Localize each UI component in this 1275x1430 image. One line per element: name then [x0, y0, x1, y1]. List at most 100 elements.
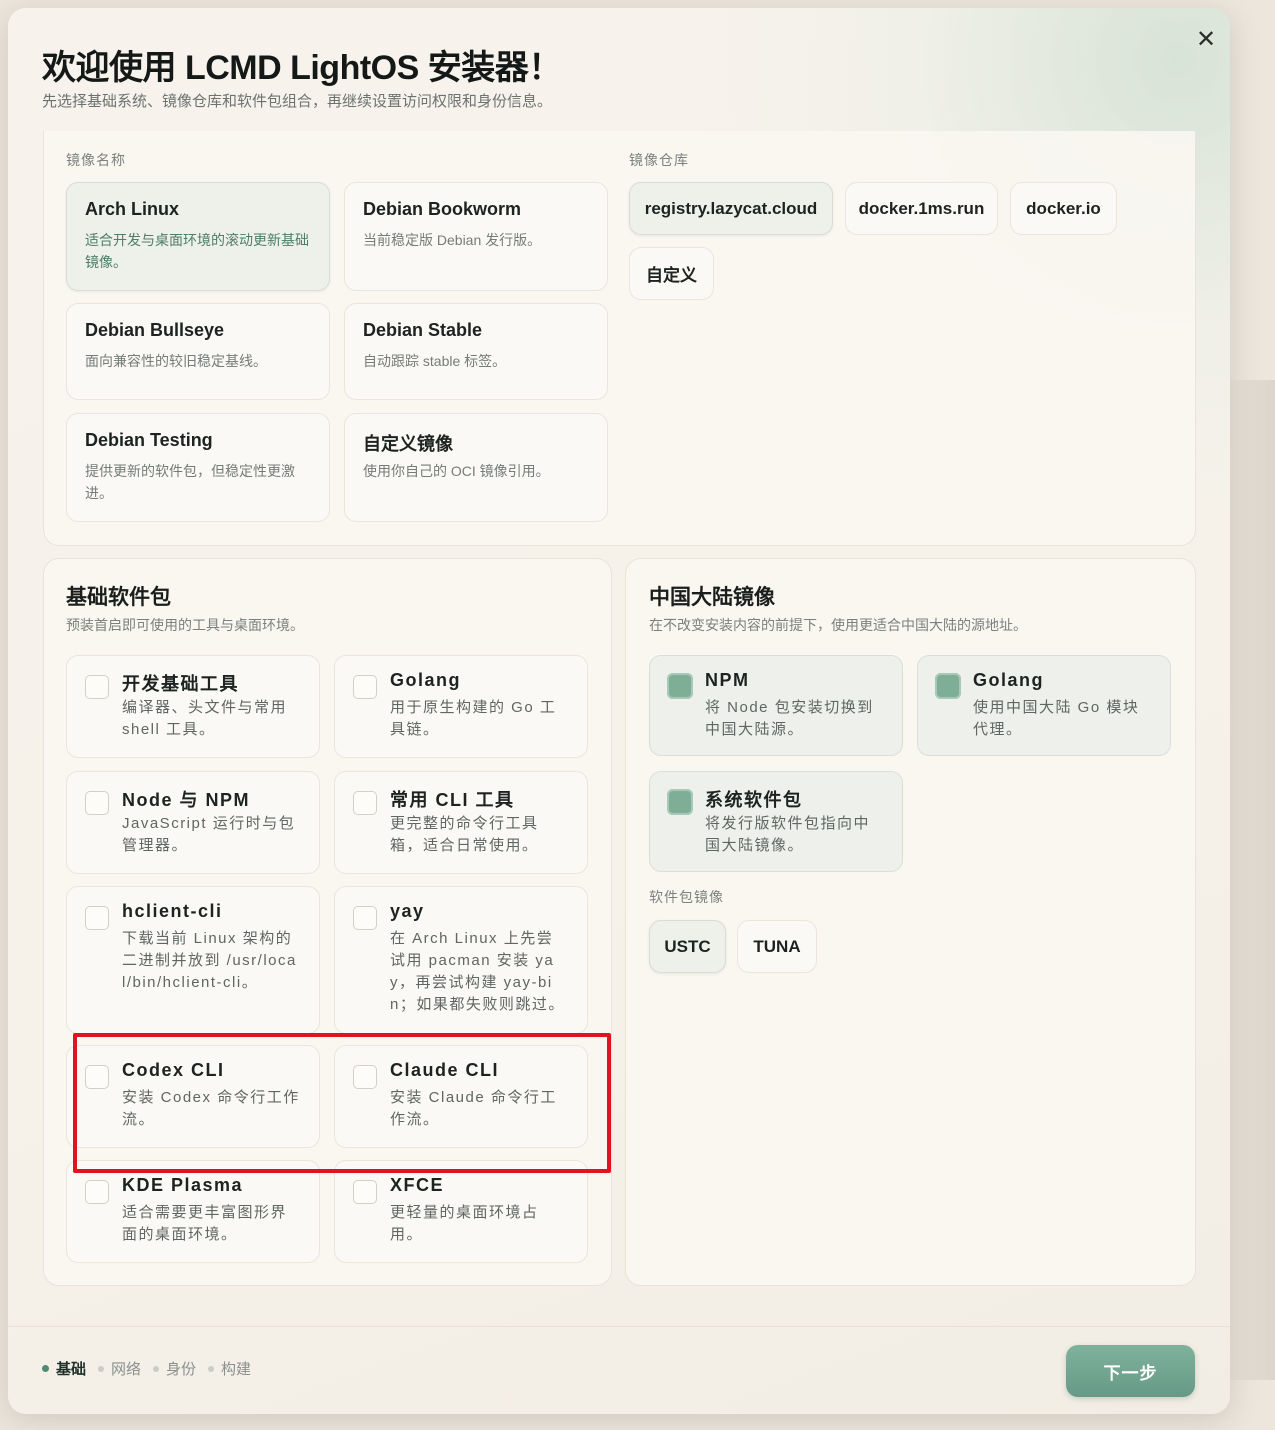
- step-network: 网络: [98, 1358, 141, 1379]
- pkg-mirror-chip-tuna[interactable]: TUNA: [737, 920, 817, 973]
- base-image-panel: 镜像名称 Arch Linux 适合开发与桌面环境的滚动更新基础镜像。 Debi…: [43, 131, 1196, 546]
- image-desc: 面向兼容性的较旧稳定基线。: [85, 353, 267, 369]
- registry-chip-1ms[interactable]: docker.1ms.run: [845, 182, 998, 235]
- image-name: Debian Stable: [363, 320, 483, 340]
- step-dot: [153, 1365, 160, 1372]
- registry-section-label: 镜像仓库: [629, 152, 689, 168]
- image-desc: 适合开发与桌面环境的滚动更新基础镜像。: [85, 232, 309, 270]
- checkbox[interactable]: [85, 791, 109, 815]
- checkbox[interactable]: [353, 1180, 377, 1204]
- package-card-kde-plasma[interactable]: KDE Plasma 适合需要更丰富图形界面的桌面环境。: [66, 1160, 320, 1263]
- checkbox-checked[interactable]: [667, 789, 693, 815]
- mirror-card-golang[interactable]: Golang 使用中国大陆 Go 模块代理。: [917, 655, 1171, 756]
- mirror-name: 系统软件包: [705, 790, 803, 810]
- package-name: 开发基础工具: [122, 674, 239, 694]
- image-desc: 提供更新的软件包，但稳定性更激进。: [85, 463, 295, 501]
- step-build: 构建: [208, 1358, 251, 1379]
- step-label: 构建: [221, 1361, 252, 1378]
- package-name: Claude CLI: [390, 1060, 500, 1080]
- packages-title: 基础软件包: [66, 586, 171, 609]
- pkg-mirror-chip-ustc[interactable]: USTC: [649, 920, 726, 973]
- step-label: 身份: [166, 1361, 197, 1378]
- package-name: Node 与 NPM: [122, 790, 251, 810]
- package-card-xfce[interactable]: XFCE 更轻量的桌面环境占用。: [334, 1160, 588, 1263]
- image-desc: 当前稳定版 Debian 发行版。: [363, 232, 542, 248]
- step-dot: [98, 1365, 105, 1372]
- mirror-card-npm[interactable]: NPM 将 Node 包安装切换到中国大陆源。: [649, 655, 903, 756]
- package-name: KDE Plasma: [122, 1175, 244, 1195]
- checkbox[interactable]: [353, 906, 377, 930]
- mirror-desc: 将 Node 包安装切换到中国大陆源。: [705, 699, 874, 738]
- package-desc: 安装 Codex 命令行工作流。: [122, 1089, 300, 1128]
- image-name: Debian Bookworm: [363, 199, 522, 219]
- package-card-hclient-cli[interactable]: hclient-cli 下载当前 Linux 架构的二进制并放到 /usr/lo…: [66, 886, 320, 1034]
- footer-divider: [8, 1326, 1230, 1327]
- image-section-label: 镜像名称: [66, 152, 126, 168]
- mirror-name: Golang: [973, 670, 1044, 690]
- image-name: Debian Bullseye: [85, 320, 225, 340]
- step-identity: 身份: [153, 1358, 196, 1379]
- checkbox[interactable]: [353, 791, 377, 815]
- checkbox[interactable]: [353, 1065, 377, 1089]
- image-card-debian-bookworm[interactable]: Debian Bookworm 当前稳定版 Debian 发行版。: [344, 182, 608, 291]
- checkbox[interactable]: [85, 1180, 109, 1204]
- checkbox[interactable]: [85, 675, 109, 699]
- checkbox[interactable]: [85, 906, 109, 930]
- step-basic: 基础: [42, 1358, 86, 1379]
- mirror-desc: 使用中国大陆 Go 模块代理。: [973, 699, 1140, 738]
- package-card-golang[interactable]: Golang 用于原生构建的 Go 工具链。: [334, 655, 588, 758]
- base-packages-panel: 基础软件包 预装首启即可使用的工具与桌面环境。 开发基础工具 编译器、头文件与常…: [43, 558, 612, 1286]
- registry-chip-lazycat[interactable]: registry.lazycat.cloud: [629, 182, 833, 235]
- step-label: 基础: [56, 1361, 87, 1378]
- package-name: Golang: [390, 670, 461, 690]
- image-desc: 自动跟踪 stable 标签。: [363, 353, 507, 369]
- mirror-desc: 将发行版软件包指向中国大陆镜像。: [705, 815, 871, 854]
- package-name: yay: [390, 901, 425, 921]
- image-name: Arch Linux: [85, 199, 180, 219]
- image-desc: 使用你自己的 OCI 镜像引用。: [363, 463, 550, 479]
- page-subtitle: 先选择基础系统、镜像仓库和软件包组合，再继续设置访问权限和身份信息。: [42, 93, 553, 110]
- package-desc: 编译器、头文件与常用 shell 工具。: [122, 699, 288, 738]
- package-card-cli-tools[interactable]: 常用 CLI 工具 更完整的命令行工具箱，适合日常使用。: [334, 771, 588, 874]
- mirror-subtitle: 在不改变安装内容的前提下，使用更适合中国大陆的源地址。: [649, 617, 1027, 633]
- package-card-codex-cli[interactable]: Codex CLI 安装 Codex 命令行工作流。: [66, 1045, 320, 1148]
- package-desc: 更完整的命令行工具箱，适合日常使用。: [390, 815, 539, 854]
- package-card-claude-cli[interactable]: Claude CLI 安装 Claude 命令行工作流。: [334, 1045, 588, 1148]
- step-dot: [208, 1365, 215, 1372]
- package-card-node-npm[interactable]: Node 与 NPM JavaScript 运行时与包管理器。: [66, 771, 320, 874]
- mirror-card-system-packages[interactable]: 系统软件包 将发行版软件包指向中国大陆镜像。: [649, 771, 903, 872]
- page-title: 欢迎使用 LCMD LightOS 安装器！: [42, 49, 562, 87]
- package-name: XFCE: [390, 1175, 445, 1195]
- checkbox-checked[interactable]: [935, 673, 961, 699]
- checkbox-checked[interactable]: [667, 673, 693, 699]
- image-card-arch-linux[interactable]: Arch Linux 适合开发与桌面环境的滚动更新基础镜像。: [66, 182, 330, 291]
- checkbox[interactable]: [85, 1065, 109, 1089]
- package-desc: 用于原生构建的 Go 工具链。: [390, 699, 557, 738]
- step-indicator: 基础 网络 身份 构建: [42, 1358, 251, 1379]
- mirror-title: 中国大陆镜像: [649, 586, 775, 609]
- package-card-yay[interactable]: yay 在 Arch Linux 上先尝试用 pacman 安装 yay，再尝试…: [334, 886, 588, 1034]
- image-card-debian-stable[interactable]: Debian Stable 自动跟踪 stable 标签。: [344, 303, 608, 400]
- close-icon[interactable]: ✕: [1192, 26, 1220, 54]
- package-card-dev-tools[interactable]: 开发基础工具 编译器、头文件与常用 shell 工具。: [66, 655, 320, 758]
- package-desc: 在 Arch Linux 上先尝试用 pacman 安装 yay，再尝试构建 y…: [390, 930, 565, 1013]
- pkg-mirror-label: 软件包镜像: [649, 889, 724, 905]
- registry-chip-custom[interactable]: 自定义: [629, 247, 714, 300]
- package-desc: 下载当前 Linux 架构的二进制并放到 /usr/local/bin/hcli…: [122, 930, 297, 991]
- mirror-name: NPM: [705, 670, 750, 690]
- packages-subtitle: 预装首启即可使用的工具与桌面环境。: [66, 617, 304, 633]
- package-name: Codex CLI: [122, 1060, 225, 1080]
- checkbox[interactable]: [353, 675, 377, 699]
- package-desc: 更轻量的桌面环境占用。: [390, 1204, 539, 1243]
- image-card-debian-testing[interactable]: Debian Testing 提供更新的软件包，但稳定性更激进。: [66, 413, 330, 522]
- package-name: hclient-cli: [122, 901, 223, 921]
- next-button[interactable]: 下一步: [1066, 1345, 1195, 1397]
- registry-chip-dockerio[interactable]: docker.io: [1010, 182, 1117, 235]
- image-name: Debian Testing: [85, 430, 213, 450]
- china-mirror-panel: 中国大陆镜像 在不改变安装内容的前提下，使用更适合中国大陆的源地址。 NPM 将…: [625, 558, 1196, 1286]
- step-dot: [42, 1365, 49, 1372]
- image-name: 自定义镜像: [363, 434, 453, 454]
- image-card-custom[interactable]: 自定义镜像 使用你自己的 OCI 镜像引用。: [344, 413, 608, 522]
- package-desc: 适合需要更丰富图形界面的桌面环境。: [122, 1204, 288, 1243]
- image-card-debian-bullseye[interactable]: Debian Bullseye 面向兼容性的较旧稳定基线。: [66, 303, 330, 400]
